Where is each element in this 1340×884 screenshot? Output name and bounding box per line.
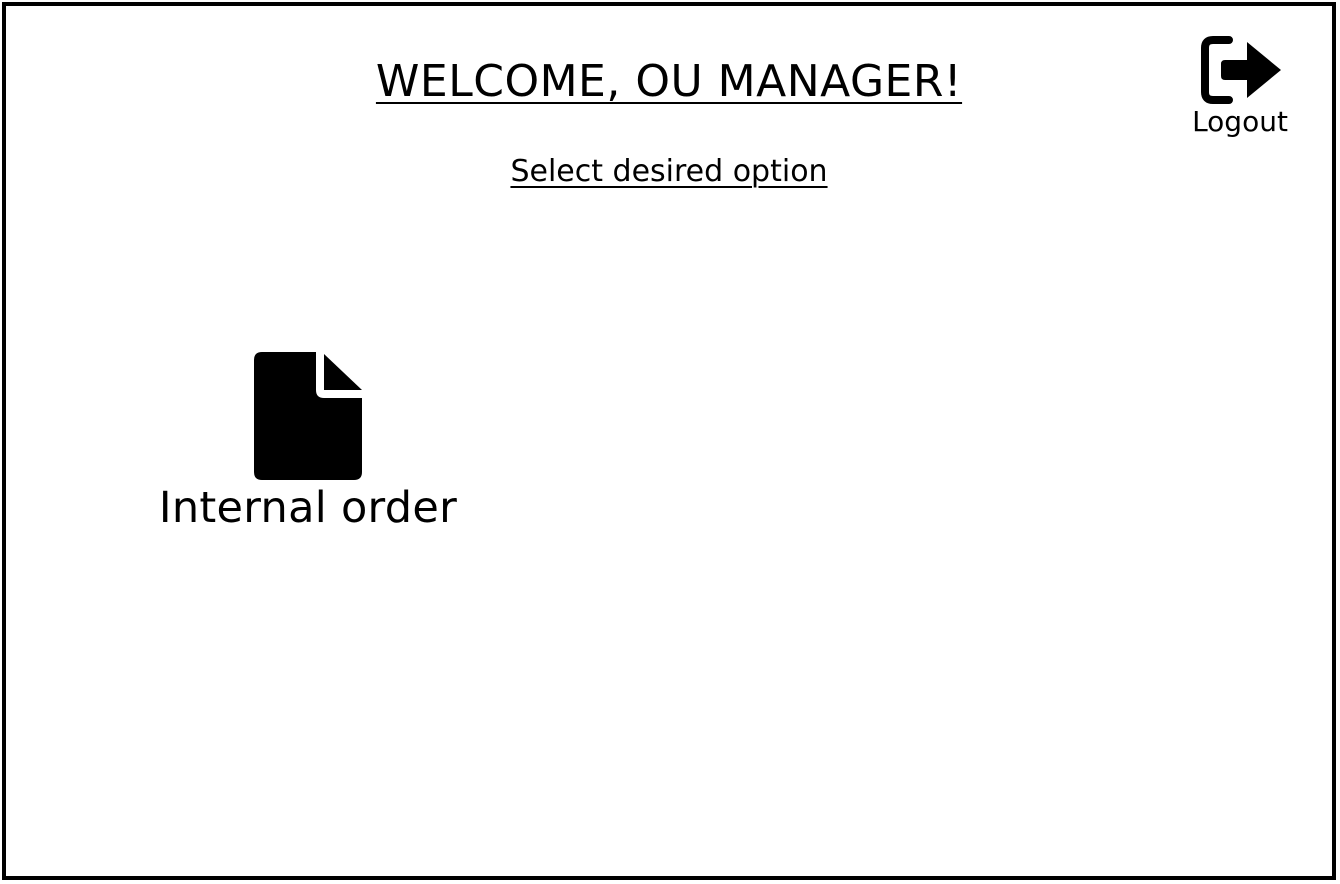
document-icon bbox=[254, 352, 362, 480]
page-subtitle: Select desired option bbox=[0, 152, 1338, 192]
logout-label: Logout bbox=[1192, 105, 1288, 138]
page-title-text: WELCOME, OU MANAGER! bbox=[375, 56, 963, 107]
page-subtitle-text: Select desired option bbox=[510, 154, 828, 189]
logout-icon bbox=[1201, 36, 1281, 104]
page-title: WELCOME, OU MANAGER! bbox=[0, 54, 1338, 110]
option-internal-order-label: Internal order bbox=[158, 483, 458, 533]
option-internal-order[interactable]: Internal order bbox=[150, 350, 466, 536]
logout-button[interactable]: Logout bbox=[1182, 34, 1298, 158]
